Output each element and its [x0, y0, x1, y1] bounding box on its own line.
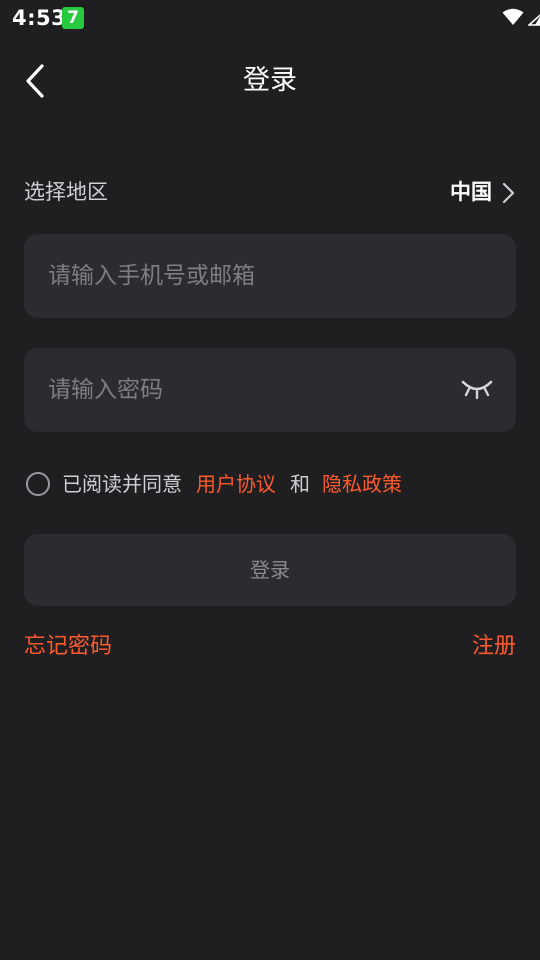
agreement-radio[interactable]	[26, 472, 50, 496]
password-field-container	[24, 348, 516, 432]
register-link[interactable]: 注册	[472, 630, 516, 664]
notification-badge: 7	[62, 7, 84, 29]
user-agreement-link[interactable]: 用户协议	[196, 468, 276, 500]
chevron-right-icon[interactable]	[500, 182, 516, 204]
signal-icon	[528, 14, 540, 26]
region-value[interactable]: 中国	[450, 176, 492, 208]
wifi-icon	[502, 8, 524, 25]
login-button[interactable]: 登录	[24, 534, 516, 606]
phone-email-input[interactable]	[48, 234, 448, 318]
password-input[interactable]	[48, 348, 448, 432]
region-label: 选择地区	[24, 180, 108, 204]
phone-field-container	[24, 234, 516, 318]
login-screen: 4:53 7 登录 选择地区 中国 请输入手机号或邮箱 已阅读并同意 用户协议 …	[0, 0, 540, 960]
status-time: 4:53	[12, 6, 67, 30]
eye-closed-icon[interactable]	[460, 376, 494, 402]
forgot-password-link[interactable]: 忘记密码	[24, 630, 112, 664]
chevron-left-icon[interactable]	[20, 62, 56, 100]
privacy-policy-link[interactable]: 隐私政策	[322, 468, 402, 500]
status-bar: 4:53 7	[0, 0, 540, 38]
agreement-prefix-text: 已阅读并同意	[62, 472, 182, 496]
agreement-and-text: 和	[290, 472, 310, 496]
page-title: 登录	[243, 65, 297, 96]
